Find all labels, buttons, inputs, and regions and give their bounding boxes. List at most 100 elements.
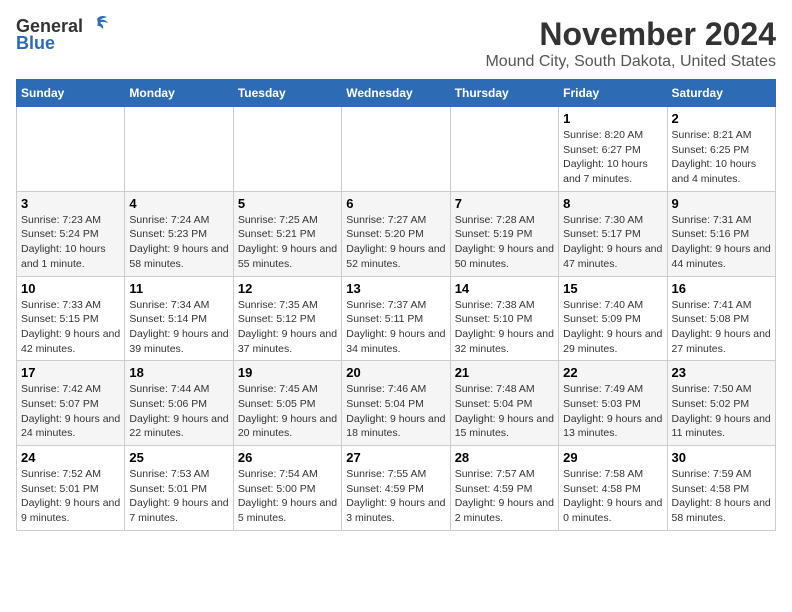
day-info: Sunrise: 7:27 AM Sunset: 5:20 PM Dayligh… (346, 213, 445, 272)
day-info: Sunrise: 7:25 AM Sunset: 5:21 PM Dayligh… (238, 213, 337, 272)
day-info: Sunrise: 7:55 AM Sunset: 4:59 PM Dayligh… (346, 467, 445, 526)
day-number: 13 (346, 281, 445, 296)
weekday-header-tuesday: Tuesday (233, 80, 341, 107)
weekday-header-saturday: Saturday (667, 80, 775, 107)
day-info: Sunrise: 7:54 AM Sunset: 5:00 PM Dayligh… (238, 467, 337, 526)
calendar-week-row: 10 Sunrise: 7:33 AM Sunset: 5:15 PM Dayli… (17, 276, 776, 361)
logo-blue-text: Blue (16, 33, 55, 54)
calendar-day-cell: 6 Sunrise: 7:27 AM Sunset: 5:20 PM Daylig… (342, 191, 450, 276)
calendar-day-cell: 22Sunrise: 7:49 AM Sunset: 5:03 PM Dayli… (559, 361, 667, 446)
day-number: 27 (346, 450, 445, 465)
calendar-day-cell: 30 Sunrise: 7:59 AM Sunset: 4:58 PM Dayli… (667, 446, 775, 531)
calendar-day-cell: 25Sunrise: 7:53 AM Sunset: 5:01 PM Dayli… (125, 446, 233, 531)
calendar-day-cell: 14 Sunrise: 7:38 AM Sunset: 5:10 PM Dayli… (450, 276, 558, 361)
day-number: 22 (563, 365, 662, 380)
calendar-day-cell: 5 Sunrise: 7:25 AM Sunset: 5:21 PM Daylig… (233, 191, 341, 276)
day-info: Sunrise: 7:35 AM Sunset: 5:12 PM Dayligh… (238, 298, 337, 357)
weekday-header-wednesday: Wednesday (342, 80, 450, 107)
weekday-header-thursday: Thursday (450, 80, 558, 107)
logo-bird-icon (85, 15, 109, 35)
day-number: 20 (346, 365, 445, 380)
day-number: 18 (129, 365, 228, 380)
calendar-day-cell: 18 Sunrise: 7:44 AM Sunset: 5:06 PM Dayli… (125, 361, 233, 446)
calendar-day-cell: 21 Sunrise: 7:48 AM Sunset: 5:04 PM Dayli… (450, 361, 558, 446)
day-number: 10 (21, 281, 120, 296)
day-info: Sunrise: 7:48 AM Sunset: 5:04 PM Dayligh… (455, 382, 554, 441)
day-info: Sunrise: 7:40 AM Sunset: 5:09 PM Dayligh… (563, 298, 662, 357)
calendar-day-cell: 1 Sunrise: 8:20 AM Sunset: 6:27 PM Daylig… (559, 107, 667, 192)
day-number: 8 (563, 196, 662, 211)
day-info: Sunrise: 7:57 AM Sunset: 4:59 PM Dayligh… (455, 467, 554, 526)
day-info: Sunrise: 7:58 AM Sunset: 4:58 PM Dayligh… (563, 467, 662, 526)
day-info: Sunrise: 7:24 AM Sunset: 5:23 PM Dayligh… (129, 213, 228, 272)
calendar-day-cell: 3 Sunrise: 7:23 AM Sunset: 5:24 PM Daylig… (17, 191, 125, 276)
day-number: 3 (21, 196, 120, 211)
calendar-week-row: 3 Sunrise: 7:23 AM Sunset: 5:24 PM Daylig… (17, 191, 776, 276)
calendar-day-cell: 9Sunrise: 7:31 AM Sunset: 5:16 PM Daylig… (667, 191, 775, 276)
day-info: Sunrise: 7:59 AM Sunset: 4:58 PM Dayligh… (672, 467, 771, 526)
day-info: Sunrise: 7:42 AM Sunset: 5:07 PM Dayligh… (21, 382, 120, 441)
day-info: Sunrise: 7:41 AM Sunset: 5:08 PM Dayligh… (672, 298, 771, 357)
day-info: Sunrise: 7:52 AM Sunset: 5:01 PM Dayligh… (21, 467, 120, 526)
calendar-day-cell: 27 Sunrise: 7:55 AM Sunset: 4:59 PM Dayli… (342, 446, 450, 531)
calendar-table: SundayMondayTuesdayWednesdayThursdayFrid… (16, 79, 776, 531)
calendar-day-cell: 23 Sunrise: 7:50 AM Sunset: 5:02 PM Dayli… (667, 361, 775, 446)
day-number: 11 (129, 281, 228, 296)
calendar-day-cell: 10 Sunrise: 7:33 AM Sunset: 5:15 PM Dayli… (17, 276, 125, 361)
day-number: 26 (238, 450, 337, 465)
day-number: 12 (238, 281, 337, 296)
day-number: 6 (346, 196, 445, 211)
calendar-day-cell: 19 Sunrise: 7:45 AM Sunset: 5:05 PM Dayli… (233, 361, 341, 446)
calendar-day-cell: 24Sunrise: 7:52 AM Sunset: 5:01 PM Dayli… (17, 446, 125, 531)
day-number: 17 (21, 365, 120, 380)
day-number: 4 (129, 196, 228, 211)
calendar-day-cell: 17 Sunrise: 7:42 AM Sunset: 5:07 PM Dayli… (17, 361, 125, 446)
month-year-title: November 2024 (485, 16, 776, 53)
calendar-day-cell (450, 107, 558, 192)
calendar-day-cell: 20 Sunrise: 7:46 AM Sunset: 5:04 PM Dayli… (342, 361, 450, 446)
day-number: 30 (672, 450, 771, 465)
calendar-day-cell: 12 Sunrise: 7:35 AM Sunset: 5:12 PM Dayli… (233, 276, 341, 361)
header: General Blue November 2024 Mound City, S… (16, 16, 776, 71)
day-number: 1 (563, 111, 662, 126)
calendar-day-cell: 7 Sunrise: 7:28 AM Sunset: 5:19 PM Daylig… (450, 191, 558, 276)
day-info: Sunrise: 7:46 AM Sunset: 5:04 PM Dayligh… (346, 382, 445, 441)
day-number: 14 (455, 281, 554, 296)
day-number: 28 (455, 450, 554, 465)
calendar-day-cell: 16 Sunrise: 7:41 AM Sunset: 5:08 PM Dayli… (667, 276, 775, 361)
day-number: 19 (238, 365, 337, 380)
calendar-week-row: 24Sunrise: 7:52 AM Sunset: 5:01 PM Dayli… (17, 446, 776, 531)
calendar-day-cell: 4 Sunrise: 7:24 AM Sunset: 5:23 PM Daylig… (125, 191, 233, 276)
day-number: 29 (563, 450, 662, 465)
day-info: Sunrise: 7:38 AM Sunset: 5:10 PM Dayligh… (455, 298, 554, 357)
day-info: Sunrise: 7:23 AM Sunset: 5:24 PM Dayligh… (21, 213, 120, 272)
day-number: 23 (672, 365, 771, 380)
day-number: 2 (672, 111, 771, 126)
day-info: Sunrise: 7:37 AM Sunset: 5:11 PM Dayligh… (346, 298, 445, 357)
day-info: Sunrise: 7:45 AM Sunset: 5:05 PM Dayligh… (238, 382, 337, 441)
day-number: 9 (672, 196, 771, 211)
logo: General Blue (16, 16, 109, 54)
calendar-day-cell: 13 Sunrise: 7:37 AM Sunset: 5:11 PM Dayli… (342, 276, 450, 361)
day-number: 15 (563, 281, 662, 296)
calendar-day-cell (342, 107, 450, 192)
day-info: Sunrise: 7:50 AM Sunset: 5:02 PM Dayligh… (672, 382, 771, 441)
calendar-week-row: 17 Sunrise: 7:42 AM Sunset: 5:07 PM Dayli… (17, 361, 776, 446)
day-number: 21 (455, 365, 554, 380)
day-info: Sunrise: 7:33 AM Sunset: 5:15 PM Dayligh… (21, 298, 120, 357)
calendar-day-cell: 2Sunrise: 8:21 AM Sunset: 6:25 PM Daylig… (667, 107, 775, 192)
weekday-header-friday: Friday (559, 80, 667, 107)
day-number: 5 (238, 196, 337, 211)
calendar-day-cell: 28 Sunrise: 7:57 AM Sunset: 4:59 PM Dayli… (450, 446, 558, 531)
day-info: Sunrise: 8:20 AM Sunset: 6:27 PM Dayligh… (563, 128, 662, 187)
location-subtitle: Mound City, South Dakota, United States (485, 53, 776, 71)
calendar-day-cell: 11 Sunrise: 7:34 AM Sunset: 5:14 PM Dayli… (125, 276, 233, 361)
day-info: Sunrise: 7:28 AM Sunset: 5:19 PM Dayligh… (455, 213, 554, 272)
day-info: Sunrise: 7:44 AM Sunset: 5:06 PM Dayligh… (129, 382, 228, 441)
title-area: November 2024 Mound City, South Dakota, … (485, 16, 776, 71)
calendar-day-cell (233, 107, 341, 192)
day-number: 7 (455, 196, 554, 211)
day-info: Sunrise: 7:34 AM Sunset: 5:14 PM Dayligh… (129, 298, 228, 357)
calendar-day-cell: 8Sunrise: 7:30 AM Sunset: 5:17 PM Daylig… (559, 191, 667, 276)
day-number: 16 (672, 281, 771, 296)
